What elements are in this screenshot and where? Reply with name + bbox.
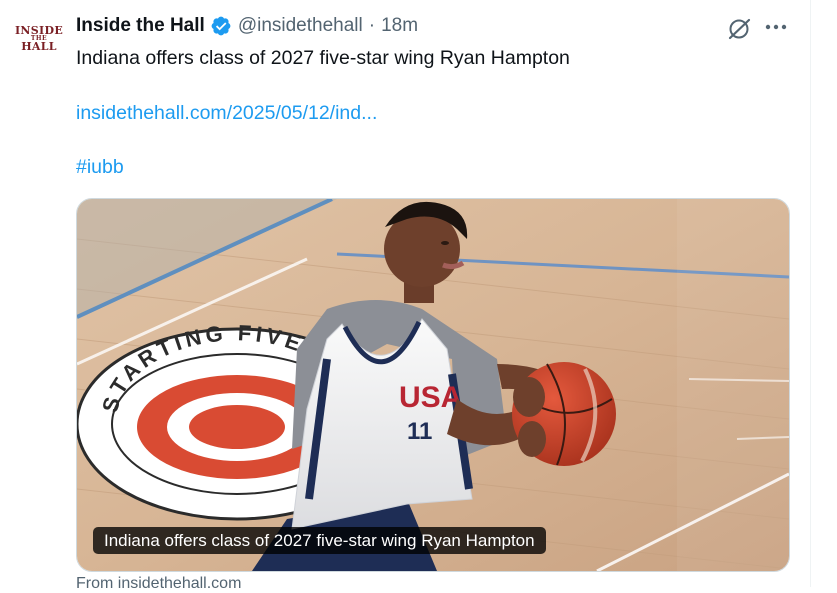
jersey-number: 11 (407, 418, 432, 445)
author-name[interactable]: Inside the Hall (76, 15, 205, 37)
tweet-text: Indiana offers class of 2027 five-star w… (76, 47, 570, 69)
avatar[interactable]: INSIDE THE HALL (12, 20, 66, 58)
more-options-icon[interactable] (762, 14, 790, 42)
article-link[interactable]: insidethehall.com/2025/05/12/ind... (76, 99, 377, 127)
tweet-header: Inside the Hall @insidethehall · 18m (76, 13, 418, 39)
player-photo: STARTING FIVE USA 11 (77, 199, 789, 571)
grok-icon[interactable] (724, 14, 754, 44)
verified-badge-icon (210, 15, 232, 37)
separator-dot: · (368, 15, 376, 36)
avatar-text-line3: HALL (21, 39, 57, 53)
card-source[interactable]: From insidethehall.com (76, 575, 241, 593)
hashtag-link[interactable]: #iubb (76, 153, 124, 181)
timestamp[interactable]: 18m (381, 15, 418, 37)
jersey-text: USA (399, 381, 462, 414)
image-caption: Indiana offers class of 2027 five-star w… (93, 527, 546, 554)
author-handle[interactable]: @insidethehall (238, 15, 363, 37)
timeline-border (810, 0, 811, 587)
link-card-image[interactable]: STARTING FIVE USA 11 Indiana offers clas… (76, 198, 790, 572)
